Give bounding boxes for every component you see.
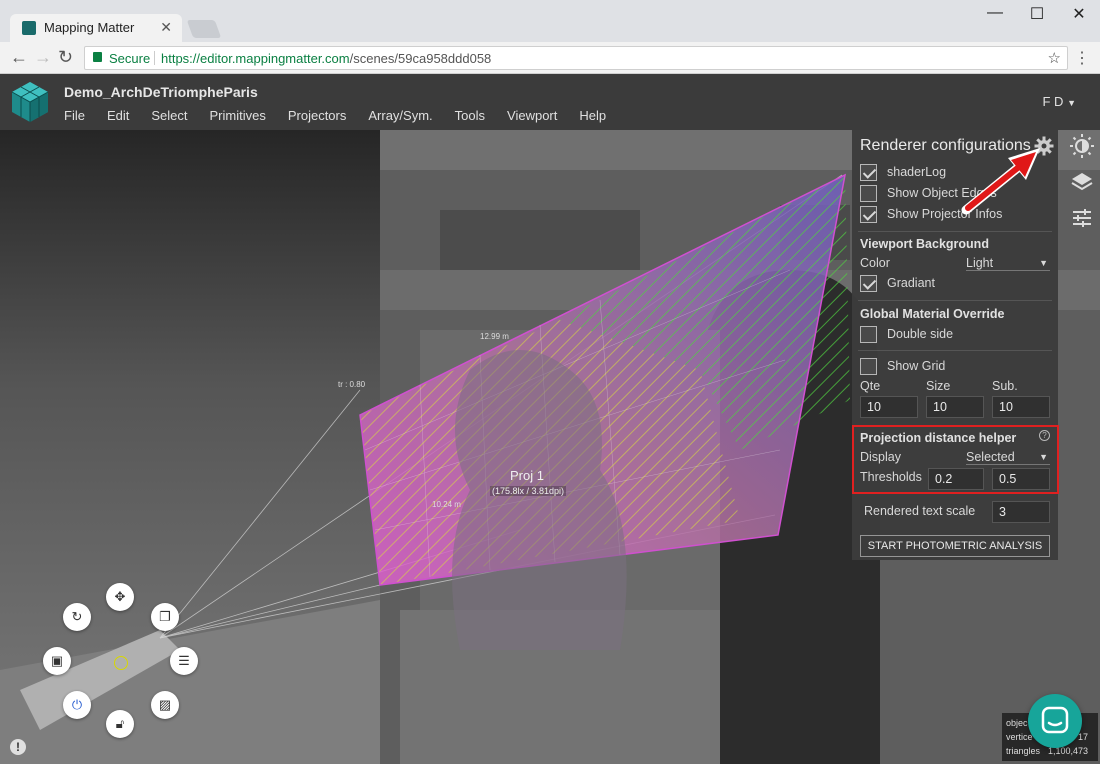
reload-icon[interactable]: ↻	[58, 47, 73, 68]
lock-icon	[93, 52, 102, 62]
red-arrow-annotation-icon	[961, 148, 1040, 215]
omnibox-divider	[154, 51, 155, 65]
projection-helper-highlight	[852, 425, 1059, 494]
text-scale-input[interactable]: 3	[992, 501, 1050, 523]
grid-size-input[interactable]: 10	[926, 396, 984, 418]
gradiant-checkbox[interactable]	[860, 275, 877, 292]
browser-tab-bar: Mapping Matter ✕ — ☐ ✕	[0, 0, 1100, 42]
app-header: Demo_ArchDeTriompheParis File Edit Selec…	[0, 74, 1100, 130]
address-bar: ← → ↻ Secure https://editor.mappingmatte…	[0, 42, 1100, 74]
show-grid-label: Show Grid	[887, 359, 946, 373]
warning-icon[interactable]: !	[10, 739, 26, 755]
color-label: Color	[860, 256, 890, 270]
gradiant-label: Gradiant	[887, 276, 935, 290]
grid-size-label: Size	[926, 379, 951, 393]
image-icon[interactable]: ▨	[151, 691, 179, 719]
side-distance-label: 10.24 m	[432, 500, 461, 509]
panel-divider	[858, 350, 1052, 351]
distance-label: 12.99 m	[480, 332, 509, 341]
user-initials: F D	[1042, 94, 1064, 109]
menu-projectors[interactable]: Projectors	[288, 108, 347, 123]
menu-array-sym[interactable]: Array/Sym.	[368, 108, 432, 123]
tab-close-icon[interactable]: ✕	[160, 19, 172, 36]
menu-select[interactable]: Select	[151, 108, 187, 123]
global-material-title: Global Material Override	[860, 307, 1005, 321]
stats-label: objec	[1006, 718, 1028, 728]
tab-title: Mapping Matter	[44, 20, 135, 35]
text-scale-label: Rendered text scale	[864, 504, 976, 518]
viewport-background-title: Viewport Background	[860, 237, 989, 251]
background-color-select[interactable]: Light ▼	[966, 256, 1050, 271]
back-icon[interactable]: ←	[10, 47, 28, 68]
user-menu[interactable]: F D ▼	[1043, 94, 1077, 109]
projector-name[interactable]: Proj 1	[510, 468, 544, 483]
move-icon[interactable]: ✥	[106, 583, 134, 611]
site-favicon-icon	[22, 21, 36, 35]
menu-primitives[interactable]: Primitives	[210, 108, 266, 123]
panel-divider	[858, 231, 1052, 232]
menu-tools[interactable]: Tools	[455, 108, 485, 123]
chat-support-button[interactable]	[1028, 694, 1082, 748]
grid-qte-label: Qte	[860, 379, 881, 393]
contact-card-icon[interactable]: ▣	[43, 647, 71, 675]
panel-divider	[858, 300, 1052, 301]
rotate-icon[interactable]: ↻	[63, 603, 91, 631]
forward-icon[interactable]: →	[34, 47, 52, 68]
gizmo-center-icon[interactable]	[114, 656, 128, 670]
start-photometric-analysis-button[interactable]: START PHOTOMETRIC ANALYSIS	[860, 535, 1050, 557]
browser-tab[interactable]: Mapping Matter ✕	[10, 14, 182, 42]
power-icon[interactable]: ⏻	[63, 691, 91, 719]
minimize-button[interactable]: —	[980, 4, 1010, 22]
shaderlog-label: shaderLog	[887, 165, 947, 179]
url-host: https://editor.mappingmatter.com	[161, 51, 350, 66]
background-color-value: Light	[966, 256, 994, 270]
url-input[interactable]: Secure https://editor.mappingmatter.com/…	[84, 46, 1068, 70]
grid-sub-input[interactable]: 10	[992, 396, 1050, 418]
menu-help[interactable]: Help	[579, 108, 606, 123]
show-projector-infos-checkbox[interactable]	[860, 206, 877, 223]
menu-viewport[interactable]: Viewport	[507, 108, 557, 123]
scene-title: Demo_ArchDeTriompheParis	[64, 84, 258, 100]
url-path: /scenes/59ca958ddd058	[349, 51, 492, 66]
show-object-edges-checkbox[interactable]	[860, 185, 877, 202]
sliders-icon[interactable]	[1068, 204, 1096, 232]
url-text: https://editor.mappingmatter.com/scenes/…	[161, 51, 491, 66]
shaderlog-checkbox[interactable]	[860, 164, 877, 181]
new-tab-button[interactable]	[186, 20, 222, 38]
chat-bubble-icon	[1041, 706, 1069, 734]
grid-sub-label: Sub.	[992, 379, 1018, 393]
duplicate-icon[interactable]: ❐	[151, 603, 179, 631]
caret-down-icon: ▼	[1039, 258, 1048, 268]
maximize-button[interactable]: ☐	[1022, 4, 1052, 24]
close-window-button[interactable]: ✕	[1064, 4, 1094, 24]
projector-tr-label: tr : 0.80	[338, 380, 366, 389]
grid-qte-input[interactable]: 10	[860, 396, 918, 418]
show-grid-checkbox[interactable]	[860, 358, 877, 375]
menu-edit[interactable]: Edit	[107, 108, 129, 123]
chevron-down-icon: ▼	[1067, 98, 1076, 108]
brightness-icon[interactable]	[1068, 132, 1096, 160]
lock-icon[interactable]: 🔓︎	[106, 710, 134, 738]
bookmark-star-icon[interactable]: ☆	[1048, 49, 1061, 67]
mapping-matter-logo-icon	[11, 82, 49, 122]
double-side-checkbox[interactable]	[860, 326, 877, 343]
main-menu: File Edit Select Primitives Projectors A…	[64, 108, 628, 123]
projector-info: (175.8lx / 3.81dpi)	[490, 486, 567, 496]
menu-file[interactable]: File	[64, 108, 85, 123]
layers-icon[interactable]	[1068, 168, 1096, 196]
double-side-label: Double side	[887, 327, 954, 341]
settings-sliders-icon[interactable]: ☰	[170, 647, 198, 675]
browser-menu-icon[interactable]: ⋮	[1074, 48, 1090, 68]
secure-label: Secure	[109, 51, 151, 66]
